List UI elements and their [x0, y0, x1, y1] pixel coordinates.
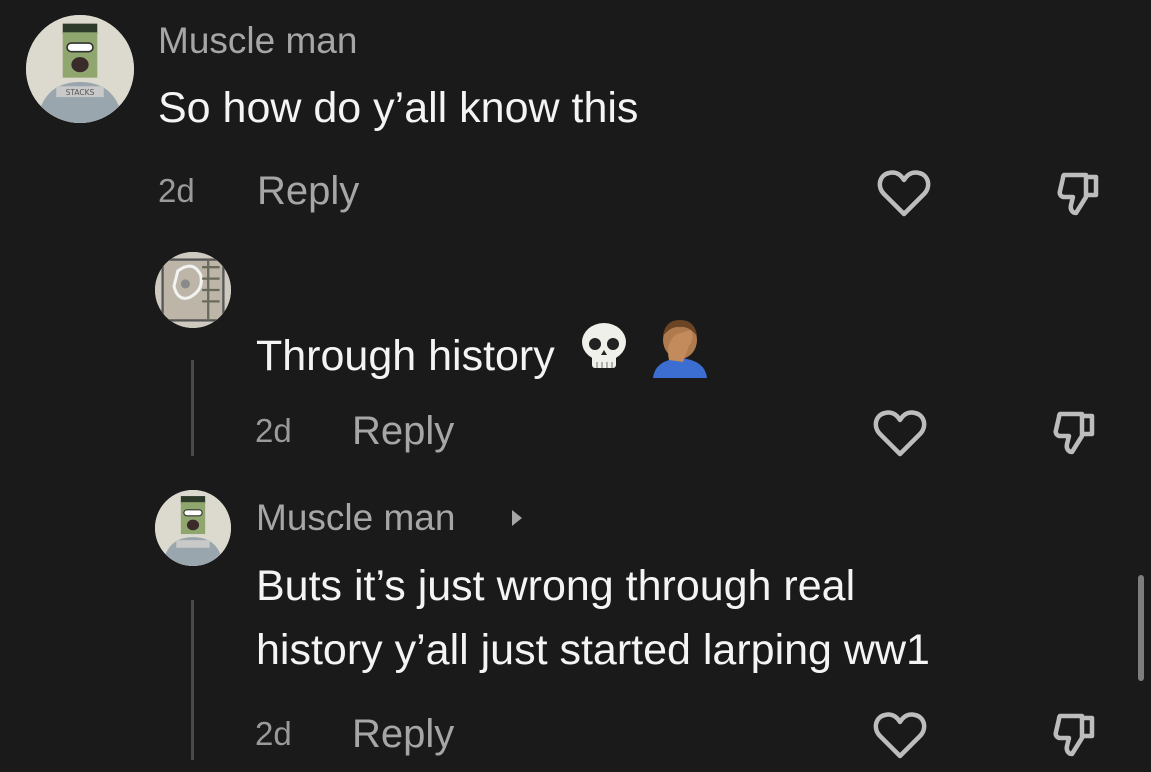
comment-timestamp: 2d [158, 172, 195, 209]
scrollbar[interactable] [1138, 575, 1144, 681]
heart-icon[interactable] [872, 408, 928, 458]
thread-line [191, 360, 194, 456]
comment-text: Through history [256, 316, 711, 396]
comment-timestamp: 2d [255, 715, 292, 752]
muscle-man-avatar-icon [155, 490, 231, 566]
heart-icon[interactable] [872, 710, 928, 760]
dislike-icon[interactable] [1052, 708, 1104, 760]
avatar[interactable] [155, 252, 231, 328]
comment-timestamp: 2d [255, 412, 292, 449]
window-avatar-icon [155, 252, 231, 328]
avatar[interactable]: STACKS [26, 15, 134, 123]
dislike-icon[interactable] [1052, 406, 1104, 458]
svg-text:STACKS: STACKS [66, 88, 95, 97]
dislike-icon[interactable] [1056, 167, 1108, 219]
comment-text-content: Through history [256, 332, 555, 380]
reply-button[interactable]: Reply [257, 169, 359, 214]
muscle-man-avatar-icon: STACKS [26, 15, 134, 123]
reply-button[interactable]: Reply [352, 712, 454, 757]
comment-username[interactable]: Muscle man [158, 20, 357, 62]
reply-to-caret-icon [512, 510, 522, 526]
skull-emoji [577, 320, 631, 392]
reply-button[interactable]: Reply [352, 409, 454, 454]
facepalm-emoji [649, 316, 711, 396]
comment-text: So how do y’all know this [158, 84, 639, 132]
thread-line [191, 600, 194, 760]
comment-username[interactable]: Muscle man [256, 497, 455, 539]
heart-icon[interactable] [876, 168, 932, 218]
comment-text-line: Buts it’s just wrong through real [256, 562, 856, 610]
avatar[interactable] [155, 490, 231, 566]
comment-text-line: history y’all just started larping ww1 [256, 626, 930, 674]
